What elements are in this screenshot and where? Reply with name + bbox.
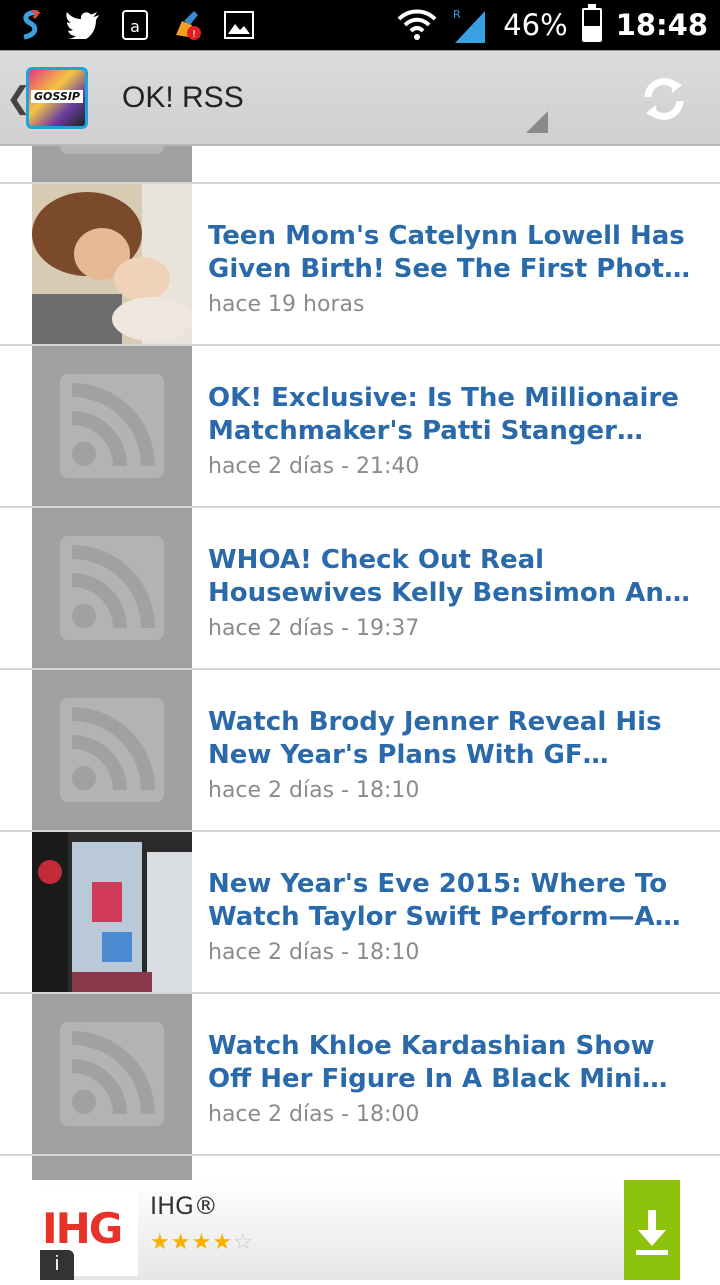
svg-text:a: a [130,17,140,36]
list-item[interactable]: OK! Exclusive: Is The Millionaire Matchm… [0,346,720,508]
battery-icon [581,4,602,42]
rss-thumbnail [32,508,192,668]
article-timestamp: hace 2 días - 19:37 [208,616,420,641]
rss-icon [60,374,164,478]
article-headline[interactable]: OK! Exclusive: Is The Millionaire Matchm… [208,382,694,448]
list-item-text: Teen Mom's Catelynn Lowell Has Given Bir… [208,220,694,317]
article-headline[interactable]: Watch Khloe Kardashian Show Off Her Figu… [208,1030,694,1096]
feed-list[interactable]: Teen Mom's Catelynn Lowell Has Given Bir… [0,146,720,1180]
photo-image [32,184,192,344]
list-item-text: Watch Brody Jenner Reveal His New Year's… [208,706,694,803]
status-bar: a ! R 46% 18:48 [0,0,720,50]
rss-thumbnail [32,346,192,506]
list-item-text: OK! Exclusive: Is The Millionaire Matchm… [208,382,694,479]
wifi-icon [397,9,437,40]
swype-icon [23,9,41,40]
network-badge: R [453,8,461,21]
list-item[interactable]: WHOA! Check Out Real Housewives Kelly Be… [0,508,720,670]
photo-image [32,832,192,992]
twitter-icon [66,12,99,39]
svg-text:!: ! [192,29,196,40]
rss-thumbnail [32,146,192,182]
star-filled-icon: ★ [170,1230,192,1255]
cleaner-icon: ! [176,11,201,40]
amazon-icon: a [122,10,148,40]
article-headline[interactable]: Watch Brody Jenner Reveal His New Year's… [208,706,694,772]
rss-thumbnail [32,994,192,1154]
article-timestamp: hace 2 días - 21:40 [208,454,420,479]
rss-icon [60,536,164,640]
rss-thumbnail [32,670,192,830]
ad-rating-stars: ★★★★☆ [150,1230,254,1255]
article-headline[interactable]: Teen Mom's Catelynn Lowell Has Given Bir… [208,220,694,286]
article-photo [32,184,192,344]
list-item[interactable]: New Year's Eve 2015: Where To Watch Tayl… [0,832,720,994]
app-icon-label: GOSSIP [31,90,83,103]
article-timestamp: hace 2 días - 18:00 [208,1102,420,1127]
list-item-text: WHOA! Check Out Real Housewives Kelly Be… [208,544,694,641]
article-headline[interactable]: New Year's Eve 2015: Where To Watch Tayl… [208,868,694,934]
list-item[interactable]: Watch Khloe Kardashian Show Off Her Figu… [0,994,720,1156]
download-button[interactable] [624,1180,680,1280]
app-icon[interactable]: GOSSIP [26,67,88,129]
app-title[interactable]: OK! RSS [122,81,244,115]
battery-percent: 46% [503,8,568,42]
article-headline[interactable]: WHOA! Check Out Real Housewives Kelly Be… [208,544,694,610]
article-timestamp: hace 2 días - 18:10 [208,940,420,965]
article-timestamp: hace 2 días - 18:10 [208,778,420,803]
list-item-partial[interactable] [0,1156,720,1180]
rss-thumbnail [32,1156,192,1180]
star-filled-icon: ★ [150,1230,171,1255]
download-icon [636,1210,668,1255]
ad-banner[interactable]: IHG i IHG® ★★★★☆ [40,1180,680,1280]
star-empty-icon: ☆ [232,1230,254,1255]
ad-info-icon[interactable]: i [40,1250,74,1280]
article-timestamp: hace 19 horas [208,292,365,317]
star-filled-icon: ★ [212,1230,233,1255]
action-bar: ❮ GOSSIP OK! RSS [0,50,720,146]
battery-level-fill [583,26,600,40]
list-item-partial[interactable] [0,146,720,184]
refresh-icon[interactable] [638,73,690,125]
rss-icon [60,698,164,802]
list-item-text: Watch Khloe Kardashian Show Off Her Figu… [208,1030,694,1127]
star-filled-icon: ★ [191,1230,213,1255]
ad-title: IHG® [150,1192,218,1220]
list-item[interactable]: Teen Mom's Catelynn Lowell Has Given Bir… [0,184,720,346]
clock: 18:48 [615,8,708,42]
signal-icon: R [453,8,486,43]
article-photo [32,832,192,992]
spinner-dropdown-indicator[interactable] [526,111,548,133]
list-item-text: New Year's Eve 2015: Where To Watch Tayl… [208,868,694,965]
rss-icon [60,1022,164,1126]
gallery-icon [224,11,254,39]
ad-logo-text: IHG [42,1204,123,1253]
list-item[interactable]: Watch Brody Jenner Reveal His New Year's… [0,670,720,832]
